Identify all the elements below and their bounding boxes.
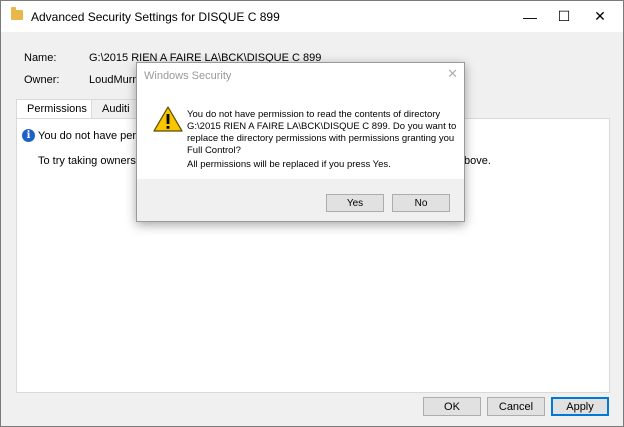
title-bar: Advanced Security Settings for DISQUE C … [1, 1, 623, 32]
yes-button[interactable]: Yes [326, 194, 384, 212]
owner-label: Owner: [24, 74, 60, 86]
apply-button[interactable]: Apply [551, 397, 609, 416]
windows-security-dialog: Windows Security ✕ You do not have permi… [136, 62, 465, 222]
take-ownership-hint-end: bove. [464, 155, 491, 167]
dialog-close-icon[interactable]: ✕ [447, 66, 458, 82]
no-button[interactable]: No [392, 194, 450, 212]
dialog-body: You do not have permission to read the c… [137, 89, 464, 179]
dialog-note: All permissions will be replaced if you … [187, 159, 391, 170]
folder-icon [11, 7, 23, 20]
tab-permissions[interactable]: Permissions [16, 99, 92, 120]
warning-icon [153, 106, 183, 132]
close-button[interactable]: ✕ [577, 1, 623, 32]
info-icon: i [22, 129, 35, 142]
dialog-title-bar: Windows Security ✕ [137, 63, 464, 89]
name-label: Name: [24, 52, 57, 64]
take-ownership-hint: To try taking ownership [38, 155, 151, 167]
dialog-title: Windows Security [144, 70, 232, 82]
ok-button[interactable]: OK [423, 397, 481, 416]
dialog-message: You do not have permission to read the c… [187, 109, 457, 156]
cancel-button[interactable]: Cancel [487, 397, 545, 416]
window-title: Advanced Security Settings for DISQUE C … [31, 10, 280, 24]
